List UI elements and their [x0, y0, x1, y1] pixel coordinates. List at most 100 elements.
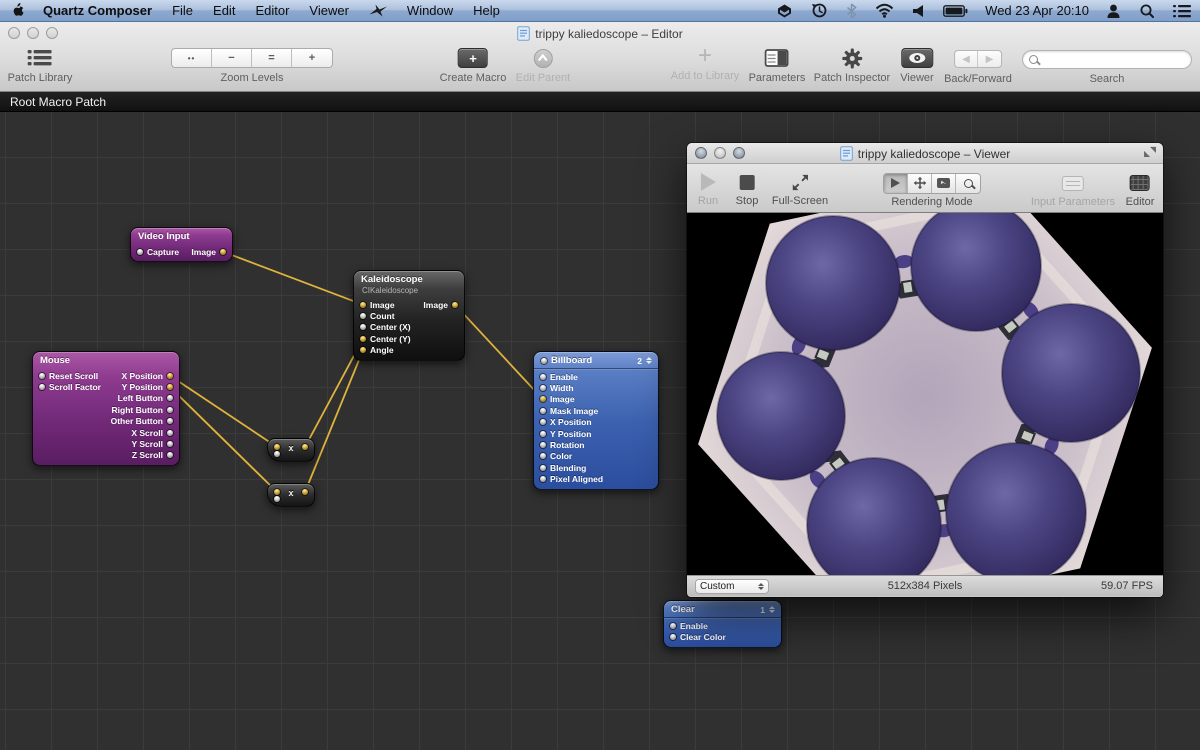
bluetooth-icon[interactable] [837, 0, 866, 21]
zoom-out-button[interactable]: − [212, 49, 252, 67]
mouse-out-port[interactable] [167, 395, 173, 401]
patch-kaleidoscope[interactable]: KaleidoscopeCIKaleidoscopeImageImageCoun… [353, 270, 465, 361]
billboard-in-port[interactable] [540, 476, 546, 482]
mouse-out-port[interactable] [167, 384, 173, 390]
toolbar-parameters[interactable]: Parameters [749, 46, 806, 84]
editor-button[interactable]: Editor [1126, 171, 1155, 208]
notification-center-icon[interactable] [1164, 0, 1200, 21]
mouse-out-port[interactable] [167, 418, 173, 424]
patch-billboard[interactable]: Billboard2EnableWidthImageMask ImageX Po… [533, 351, 659, 490]
kaleidoscope-in-port[interactable] [360, 336, 366, 342]
layer-value: 2 [637, 356, 642, 366]
viewer-window[interactable]: trippy kaliedoscope – Viewer ◥◣ Run Stop… [687, 143, 1163, 597]
render-inspect-segment[interactable] [956, 174, 980, 193]
kaleidoscope-in-port[interactable] [360, 313, 366, 319]
menu-clock[interactable]: Wed 23 Apr 20:10 [977, 3, 1097, 18]
billboard-in-port[interactable] [540, 374, 546, 380]
clear-in-port[interactable] [670, 634, 676, 640]
input-port: Image [540, 394, 575, 404]
billboard-in-port[interactable] [540, 465, 546, 471]
patch-ports: EnableClear Color [664, 618, 781, 647]
viewer-title-bar[interactable]: trippy kaliedoscope – Viewer ◥◣ [687, 143, 1163, 164]
menu-viewer[interactable]: Viewer [299, 0, 359, 21]
full-screen-button[interactable]: Full-Screen [772, 170, 828, 207]
kaleidoscope-in-port[interactable] [360, 324, 366, 330]
search-input[interactable] [1022, 50, 1192, 69]
zoom-actual-button[interactable]: •• [172, 49, 212, 67]
breadcrumb[interactable]: Root Macro Patch [0, 92, 1200, 112]
patch-clear[interactable]: Clear1EnableClear Color [663, 600, 782, 648]
billboard-in-port[interactable] [540, 408, 546, 414]
zoom-in-button[interactable]: + [292, 49, 332, 67]
stop-button[interactable]: Stop [736, 170, 759, 207]
time-machine-icon[interactable] [802, 0, 837, 21]
back-forward-control: ◀ ▶ [954, 50, 1002, 68]
patch-header: Kaleidoscope [354, 271, 464, 287]
status-menu-extras: Wed 23 Apr 20:10 [767, 0, 1200, 21]
wifi-icon[interactable] [866, 0, 903, 21]
search-icon [1029, 55, 1038, 64]
billboard-in-port[interactable] [540, 442, 546, 448]
kaleidoscope-in-port[interactable] [360, 302, 366, 308]
billboard-in-port[interactable] [540, 396, 546, 402]
toolbar-patch-library[interactable]: Patch Library [8, 46, 73, 84]
mouse-out-port[interactable] [167, 373, 173, 379]
mouse-in-port[interactable] [39, 384, 45, 390]
menu-editor[interactable]: Editor [245, 0, 299, 21]
layer-stepper[interactable] [646, 357, 652, 364]
render-move-segment[interactable] [908, 174, 932, 193]
forward-button[interactable]: ▶ [978, 51, 1001, 67]
render-console-segment[interactable]: ▸. [932, 174, 956, 193]
billboard-in-port[interactable] [540, 385, 546, 391]
resize-icon[interactable]: ◥◣ [1144, 146, 1156, 158]
patch-inspector-label: Patch Inspector [814, 72, 890, 84]
user-icon[interactable] [1097, 0, 1130, 21]
render-play-segment[interactable] [884, 174, 908, 193]
video-input-out-port[interactable] [220, 249, 226, 255]
toolbar-patch-inspector[interactable]: Patch Inspector [814, 46, 890, 84]
menu-file[interactable]: File [162, 0, 203, 21]
billboard-in-port[interactable] [540, 431, 546, 437]
mouse-out-port[interactable] [167, 441, 173, 447]
patch-title: Clear [671, 604, 695, 615]
editor-label: Editor [1126, 196, 1155, 208]
viewer-render-area[interactable] [687, 213, 1163, 575]
kaleidoscope-in-port[interactable] [360, 347, 366, 353]
menu-edit[interactable]: Edit [203, 0, 245, 21]
mouse-in-port[interactable] [39, 373, 45, 379]
menu-window[interactable]: Window [397, 0, 463, 21]
billboard-header-port[interactable] [541, 358, 547, 364]
mouse-out-port[interactable] [167, 452, 173, 458]
back-button[interactable]: ◀ [955, 51, 978, 67]
menu-app-name[interactable]: Quartz Composer [33, 0, 162, 21]
toolbar-create-macro[interactable]: + Create Macro [440, 46, 507, 84]
clear-in-port[interactable] [670, 623, 676, 629]
spotlight-icon[interactable] [1130, 0, 1164, 21]
layer-stepper[interactable] [769, 606, 775, 613]
video-input-in-port[interactable] [137, 249, 143, 255]
input-port: Pixel Aligned [540, 474, 603, 484]
volume-icon[interactable] [903, 0, 934, 21]
patch-video-input[interactable]: Video InputCaptureImage [130, 227, 233, 262]
viewer-eye-icon [901, 48, 933, 68]
patch-ports: EnableWidthImageMask ImageX PositionY Po… [534, 369, 658, 489]
patch-multiply-2[interactable]: x [267, 483, 315, 507]
script-bird-menu[interactable] [359, 0, 397, 21]
kaleidoscope-out-port[interactable] [452, 302, 458, 308]
battery-icon[interactable] [934, 0, 977, 21]
port-row: Image [534, 394, 658, 405]
mouse-out-port[interactable] [167, 407, 173, 413]
toolbar-viewer[interactable]: Viewer [900, 46, 933, 84]
apple-menu[interactable] [0, 0, 33, 21]
billboard-in-port[interactable] [540, 453, 546, 459]
mouse-out-port[interactable] [167, 430, 173, 436]
editor-title-bar[interactable]: trippy kaliedoscope – Editor [0, 22, 1200, 44]
patch-mouse[interactable]: MouseReset ScrollX PositionScroll Factor… [32, 351, 180, 466]
billboard-in-port[interactable] [540, 419, 546, 425]
menu-help[interactable]: Help [463, 0, 510, 21]
dropbox-icon[interactable] [767, 0, 802, 21]
viewer-label: Viewer [900, 72, 933, 84]
zoom-fit-button[interactable]: = [252, 49, 292, 67]
output-port: Image [191, 247, 226, 257]
patch-multiply-1[interactable]: x [267, 438, 315, 462]
